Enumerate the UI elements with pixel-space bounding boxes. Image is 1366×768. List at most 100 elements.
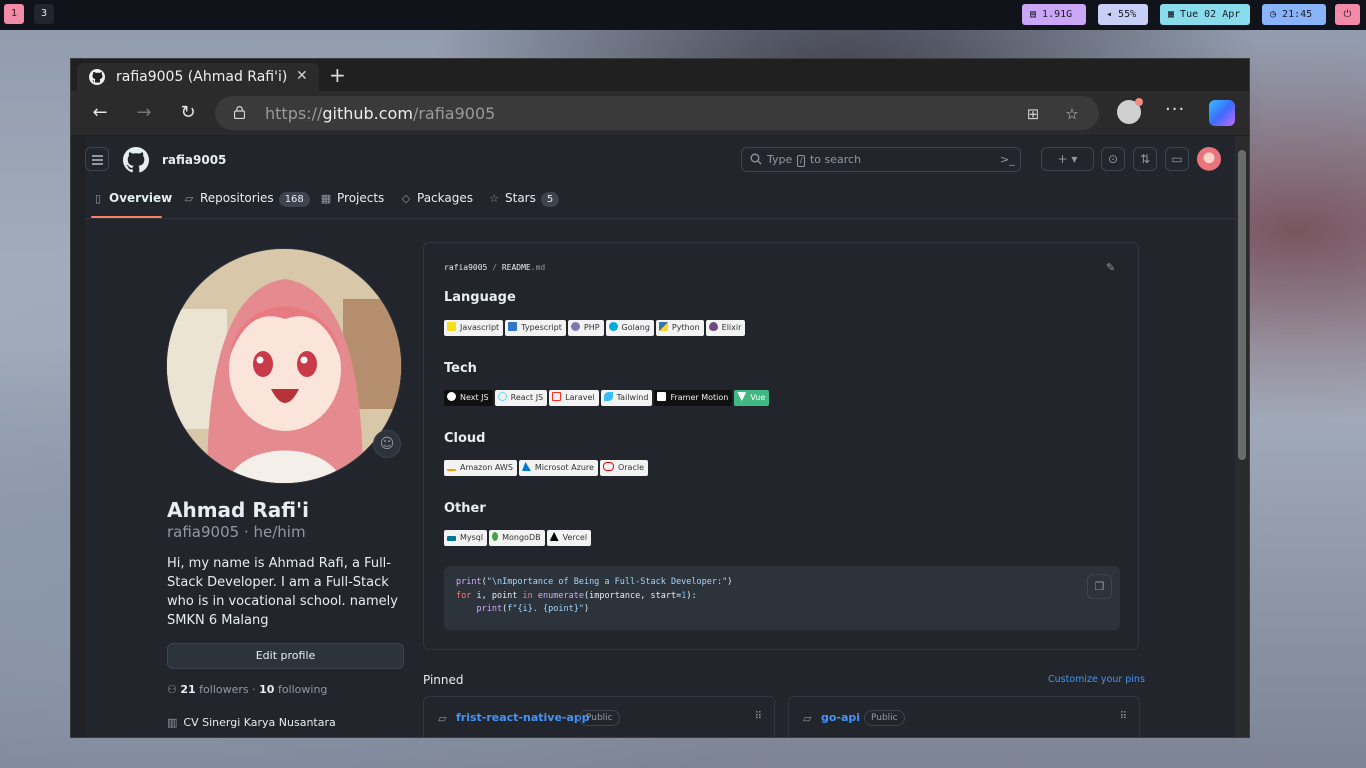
edit-profile-button[interactable]: Edit profile (167, 643, 404, 669)
section-heading-other: Other (444, 501, 486, 516)
badges-cloud: Amazon AWS Microsot Azure Oracle (444, 460, 650, 476)
edit-readme-pencil-icon[interactable]: ✎ (1106, 261, 1115, 274)
drag-grip-icon[interactable]: ⠿ (1120, 711, 1127, 722)
badge-mongodb: MongoDB (489, 530, 545, 546)
workspace-3-button[interactable]: 3 (34, 4, 54, 24)
following-count[interactable]: 10 (259, 683, 274, 696)
pinned-repo-link[interactable]: frist-react-native-app (456, 711, 590, 724)
lock-icon (234, 106, 245, 119)
pinned-repo-link[interactable]: go-api (821, 711, 860, 724)
badge-javascript: Javascript (444, 320, 504, 336)
page-scrollbar[interactable] (1235, 136, 1249, 737)
pinned-heading: Pinned (423, 673, 464, 687)
volume-icon: ◂ (1106, 9, 1119, 20)
tab-overview[interactable]: ▯ Overview (91, 183, 172, 218)
memory-indicator[interactable]: ▤ 1.91G (1022, 4, 1086, 25)
visibility-badge: Public (864, 710, 905, 726)
badge-framer-motion: Framer Motion (654, 390, 733, 406)
section-heading-cloud: Cloud (444, 431, 486, 446)
badges-language: Javascript Typescript PHP Golang Python Elixi… (444, 320, 747, 336)
tab-stars[interactable]: ☆ Stars 5 (487, 183, 560, 218)
volume-indicator[interactable]: ◂ 55% (1098, 4, 1148, 25)
issues-icon[interactable]: ⊙ (1101, 147, 1125, 171)
browser-toolbar: ← → ↻ https://github.com/rafia9005 ⊞ ☆ ·… (71, 91, 1249, 135)
address-bar[interactable]: https://github.com/rafia9005 ⊞ ☆ (215, 96, 1099, 130)
search-input[interactable]: Type / to search >_ (741, 147, 1021, 172)
profile-organization: ▥ CV Sinergi Karya Nusantara (167, 716, 336, 729)
badge-amazon-aws: Amazon AWS (444, 460, 517, 476)
badge-tailwind: Tailwind (600, 390, 653, 406)
browser-tab[interactable]: rafia9005 (Ahmad Rafi'i) ✕ (77, 63, 319, 91)
time-value: 21:45 (1282, 9, 1313, 20)
more-menu-icon[interactable]: ··· (1165, 99, 1185, 120)
tab-projects[interactable]: ▦ Projects (319, 183, 385, 218)
customize-pins-link[interactable]: Customize your pins (1048, 674, 1145, 685)
followers-label[interactable]: followers (199, 683, 248, 696)
section-heading-tech: Tech (444, 361, 477, 376)
following-label[interactable]: following (278, 683, 327, 696)
drag-grip-icon[interactable]: ⠿ (755, 711, 762, 722)
tab-close-icon[interactable]: ✕ (296, 68, 308, 84)
browser-profile-avatar[interactable] (1117, 98, 1143, 124)
badge-laravel: Laravel (549, 390, 599, 406)
badge-php: PHP (567, 320, 604, 336)
create-new-button[interactable]: + ▾ (1041, 147, 1094, 171)
forward-icon[interactable]: → (132, 101, 156, 125)
profile-avatar-image (167, 249, 401, 483)
reload-icon[interactable]: ↻ (176, 101, 200, 125)
section-heading-language: Language (444, 290, 516, 305)
scrollbar-thumb[interactable] (1238, 150, 1246, 460)
repositories-count: 168 (278, 192, 310, 207)
badge-golang: Golang (605, 320, 654, 336)
profile-avatar[interactable] (166, 248, 402, 484)
command-palette-icon[interactable]: >_ (1000, 147, 1022, 172)
copilot-icon[interactable] (1209, 100, 1235, 126)
package-icon: ◇ (401, 192, 411, 205)
search-icon (750, 153, 762, 165)
tab-repositories[interactable]: ▱ Repositories 168 (182, 183, 310, 218)
back-icon[interactable]: ← (88, 101, 112, 125)
visibility-badge: Public (579, 710, 620, 726)
tab-packages[interactable]: ◇ Packages (399, 183, 473, 218)
people-icon: ⚇ (167, 683, 181, 696)
badge-oracle: Oracle (599, 460, 648, 476)
pull-requests-icon[interactable]: ⇅ (1133, 147, 1157, 171)
badge-microsoft-azure: Microsot Azure (518, 460, 598, 476)
tab-strip: rafia9005 (Ahmad Rafi'i) ✕ + (71, 59, 1249, 91)
system-top-bar: 1 3 ▤ 1.91G ◂ 55% ▦ Tue 02 Apr ◷ 21:45 ⏻ (0, 0, 1366, 30)
date-indicator[interactable]: ▦ Tue 02 Apr (1160, 4, 1250, 25)
favorite-star-icon[interactable]: ☆ (1063, 105, 1081, 123)
github-logo-icon[interactable] (123, 147, 149, 173)
add-app-icon[interactable]: ⊞ (1024, 105, 1042, 123)
browser-window: rafia9005 (Ahmad Rafi'i) ✕ + ← → ↻ https… (70, 58, 1250, 738)
workspace-1-button[interactable]: 1 (4, 4, 24, 24)
menu-hamburger-icon[interactable] (85, 147, 109, 171)
power-button[interactable]: ⏻ (1335, 4, 1360, 25)
new-tab-button[interactable]: + (329, 63, 346, 87)
stars-count: 5 (540, 192, 560, 207)
badge-typescript: Typescript (505, 320, 566, 336)
tab-title: rafia9005 (Ahmad Rafi'i) (116, 69, 288, 85)
time-indicator[interactable]: ◷ 21:45 (1262, 4, 1326, 25)
followers-count[interactable]: 21 (180, 683, 195, 696)
profile-name: Ahmad Rafi'i (167, 498, 310, 522)
readme-card: rafia9005 / README.md ✎ Language Javascr… (423, 242, 1139, 650)
copy-code-icon[interactable]: ❐ (1087, 574, 1112, 599)
set-status-smiley-icon[interactable]: ☺ (373, 430, 401, 458)
header-username[interactable]: rafia9005 (162, 153, 226, 167)
user-avatar-menu[interactable] (1197, 147, 1221, 171)
github-page: rafia9005 Type / to search >_ + ▾ ⊙ ⇅ ▭ … (85, 136, 1236, 737)
url-text: https://github.com/rafia9005 (265, 104, 496, 123)
code-content: print("\nImportance of Being a Full-Stac… (456, 577, 733, 614)
date-value: Tue 02 Apr (1180, 9, 1241, 20)
volume-value: 55% (1118, 9, 1137, 20)
building-icon: ▥ (167, 716, 178, 729)
star-icon: ☆ (489, 192, 499, 205)
github-favicon-icon (89, 69, 105, 85)
badge-mysql: Mysql (444, 530, 488, 546)
badge-python: Python (655, 320, 704, 336)
inbox-icon[interactable]: ▭ (1165, 147, 1189, 171)
badges-other: Mysql MongoDB Vercel (444, 530, 593, 546)
clock-icon: ◷ (1270, 9, 1283, 20)
follow-stats: ⚇ 21 followers · 10 following (167, 683, 328, 696)
